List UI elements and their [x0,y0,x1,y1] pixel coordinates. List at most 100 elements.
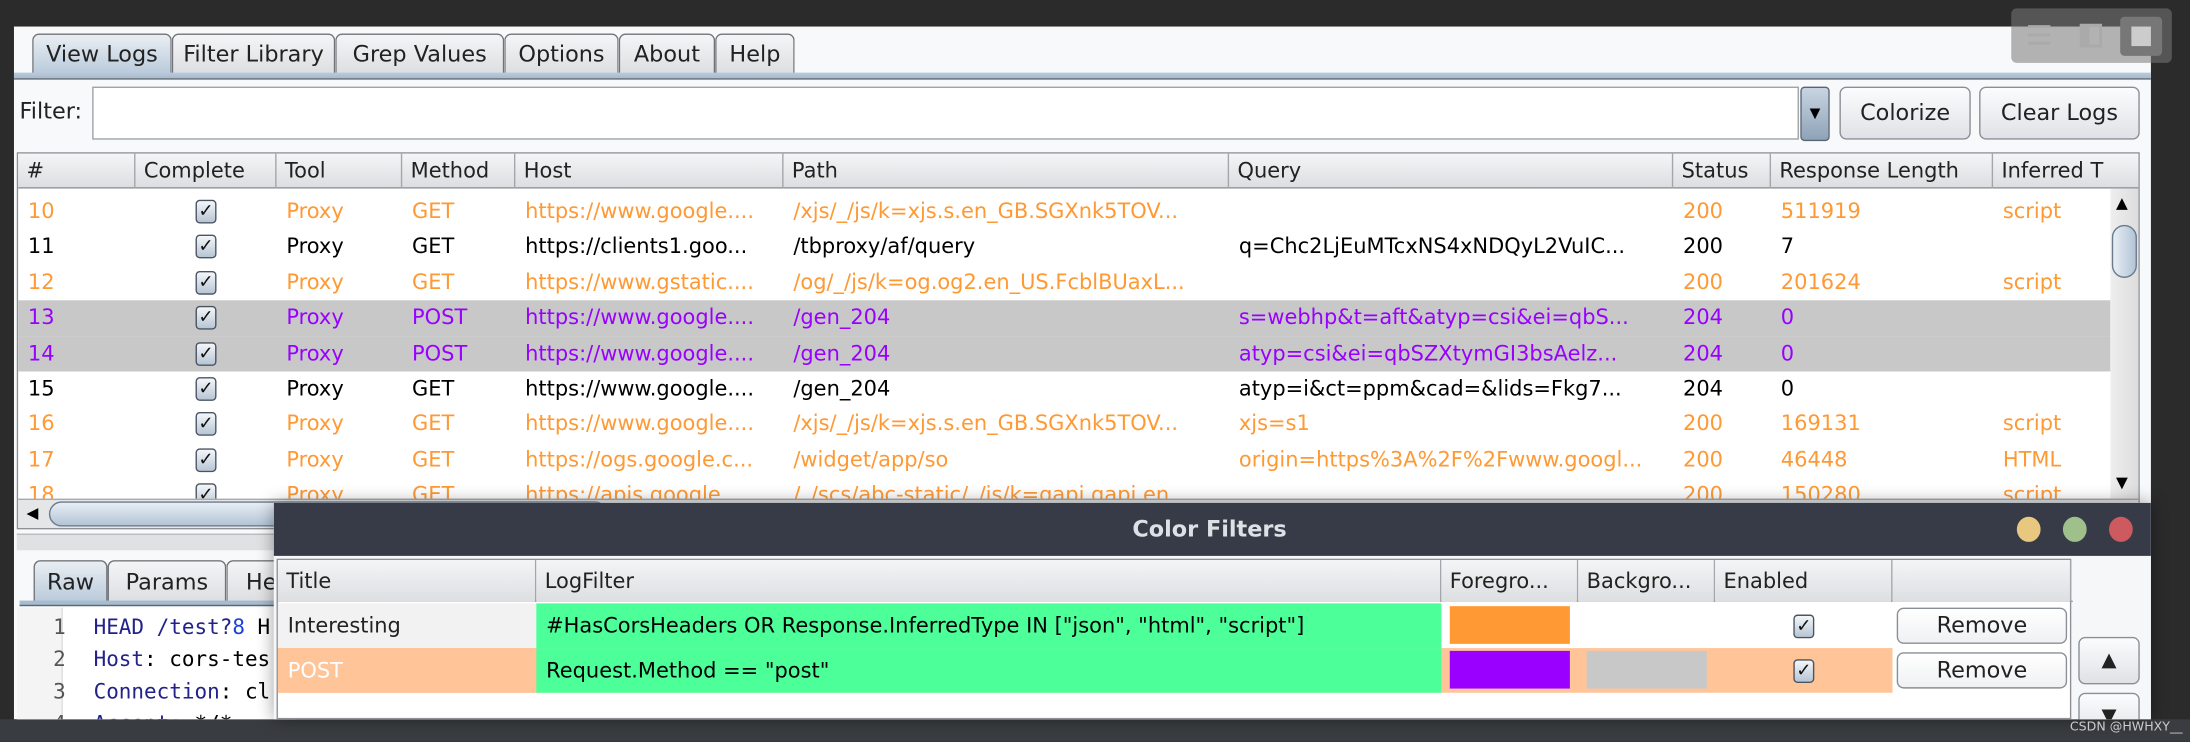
table-row[interactable]: 17 ✓ Proxy GET https://ogs.google.c... /widge… [18,442,2111,478]
colorize-button[interactable]: Colorize [1839,86,1971,140]
cell-path: /gen_204 [793,304,891,330]
tab-params[interactable]: Params [107,560,227,602]
cell-id: 11 [27,233,55,259]
cell-path: /widget/app/so [793,446,949,472]
image-view-icon[interactable] [2120,16,2163,56]
maximize-button[interactable] [2062,516,2087,542]
minimize-button[interactable] [2016,516,2041,542]
complete-checkbox[interactable]: ✓ [195,412,217,437]
cell-query: atyp=i&ct=ppm&cad=&lids=Fkg7... [1238,375,1622,401]
scroll-down-icon[interactable]: ▼ [2116,473,2128,491]
header-name: Accept [94,711,170,719]
cell-length: 0 [1780,375,1795,401]
column-header[interactable]: Host [515,153,784,189]
vertical-scrollbar[interactable]: ▲ ▼ [2110,188,2139,499]
dialog-titlebar[interactable]: Color Filters [273,502,2151,556]
filter-input[interactable] [92,86,1799,140]
column-header[interactable]: Tool [277,153,403,189]
tab-raw[interactable]: Raw [33,560,108,602]
move-down-button[interactable]: ▼ [2078,692,2140,720]
tab-view-logs[interactable]: View Logs [32,33,172,75]
cell-tool: Proxy [286,482,344,499]
table-row[interactable]: 13 ✓ Proxy POST https://www.google.... /gen_2… [18,300,2111,337]
complete-checkbox[interactable]: ✓ [195,341,217,366]
cell-path: /tbproxy/af/query [793,233,976,259]
column-header[interactable]: LogFilter [536,560,1442,602]
code-line: Connection: cl [94,679,271,704]
table-row[interactable]: 15 ✓ Proxy GET https://www.google.... /gen_20… [18,371,2111,407]
dialog-table-header: Title LogFilter Foregro... Backgro... Enable… [277,560,2073,602]
filter-expression[interactable]: #HasCorsHeaders OR Response.InferredType… [536,603,1442,649]
table-row[interactable]: 11 ✓ Proxy GET https://clients1.goo... /tbpro… [18,229,2111,266]
complete-checkbox[interactable]: ✓ [195,235,217,259]
filter-dropdown-button[interactable]: ▼ [1800,86,1830,142]
complete-checkbox[interactable]: ✓ [195,306,217,330]
column-header[interactable] [1892,560,2072,602]
column-header[interactable]: Inferred T [1993,154,2138,189]
tab-grep-values[interactable]: Grep Values [335,33,505,75]
filter-label: Filter: [19,97,83,125]
filter-title[interactable]: POST [277,648,537,693]
table-row[interactable]: 10 ✓ Proxy GET https://www.google.... /xjs/_/… [18,194,2111,230]
enabled-checkbox[interactable]: ✓ [1793,659,1815,683]
table-row[interactable]: 14 ✓ Proxy POST https://www.google.... /gen_2… [18,336,2111,372]
complete-checkbox[interactable]: ✓ [195,448,217,472]
scroll-up-icon[interactable]: ▲ [2116,194,2128,212]
header-value: : cl [219,678,271,704]
filter-row[interactable]: Interesting #HasCorsHeaders OR Response.I… [277,603,1893,649]
code-line: Accept: */* [94,711,233,719]
column-header[interactable]: Enabled [1715,560,1893,602]
remove-button[interactable]: Remove [1896,652,2068,689]
column-header[interactable]: Status [1673,153,1772,189]
scroll-left-icon[interactable]: ◀ [27,504,39,522]
tab-about[interactable]: About [618,33,716,75]
complete-checkbox[interactable]: ✓ [195,270,217,295]
filter-row[interactable]: POST Request.Method == "post" ✓ [277,648,1893,693]
remove-button[interactable]: Remove [1896,607,2068,644]
request-editor[interactable]: 1 HEAD /test?8 H 2 Host: cors-tes 3 Connectio… [16,607,297,720]
cell-complete: ✓ [135,442,276,477]
scrollbar-thumb[interactable] [2111,224,2137,278]
complete-checkbox[interactable]: ✓ [195,483,217,499]
table-row[interactable]: 18 ✓ Proxy GET https://apis.google.... /_/scs… [18,477,2111,499]
column-header[interactable]: Query [1229,153,1674,189]
enabled-cell: ✓ [1715,603,1892,648]
cell-length: 150280 [1780,482,1861,499]
column-header[interactable]: Title [277,560,537,602]
background-swatch[interactable] [1586,650,1707,689]
table-header: # Complete Tool Method Host Path Query Status Re… [18,153,2139,189]
cell-length: 511919 [1780,198,1861,224]
column-header[interactable]: Backgro... [1578,560,1716,602]
column-header[interactable]: Response Length [1771,153,1994,189]
enabled-checkbox[interactable]: ✓ [1793,614,1815,639]
clear-logs-button[interactable]: Clear Logs [1979,86,2140,140]
filter-expression[interactable]: Request.Method == "post" [536,648,1442,693]
complete-checkbox[interactable]: ✓ [195,377,217,401]
list-view-icon[interactable] [2028,25,2051,45]
foreground-swatch[interactable] [1449,606,1570,644]
move-up-button[interactable]: ▲ [2078,636,2140,685]
tab-help[interactable]: Help [715,33,795,75]
split-view-icon[interactable] [2079,23,2103,48]
complete-checkbox[interactable]: ✓ [195,199,217,224]
column-header[interactable]: Path [784,153,1230,189]
foreground-swatch[interactable] [1449,650,1570,689]
table-row[interactable]: 12 ✓ Proxy GET https://www.gstatic.... /og/_/… [18,265,2111,301]
cell-method: GET [412,482,455,499]
close-button[interactable] [2109,516,2133,542]
column-header[interactable]: Complete [135,153,277,189]
tab-options[interactable]: Options [504,33,619,75]
column-header[interactable]: Foregro... [1441,560,1579,602]
cell-host: https://ogs.google.c... [525,446,754,472]
cell-host: https://www.google.... [525,198,754,224]
column-header[interactable]: Method [402,153,516,189]
cell-complete: ✓ [135,265,276,300]
table-row[interactable]: 16 ✓ Proxy GET https://www.google.... /xjs/_/… [18,406,2111,443]
column-header[interactable]: # [18,153,136,189]
cell-complete: ✓ [135,478,276,499]
filter-title[interactable]: Interesting [277,603,537,649]
tab-filter-library[interactable]: Filter Library [171,33,336,75]
cell-path: /gen_204 [793,340,891,366]
cell-length: 0 [1780,340,1795,366]
query-number: 8 [232,614,245,640]
